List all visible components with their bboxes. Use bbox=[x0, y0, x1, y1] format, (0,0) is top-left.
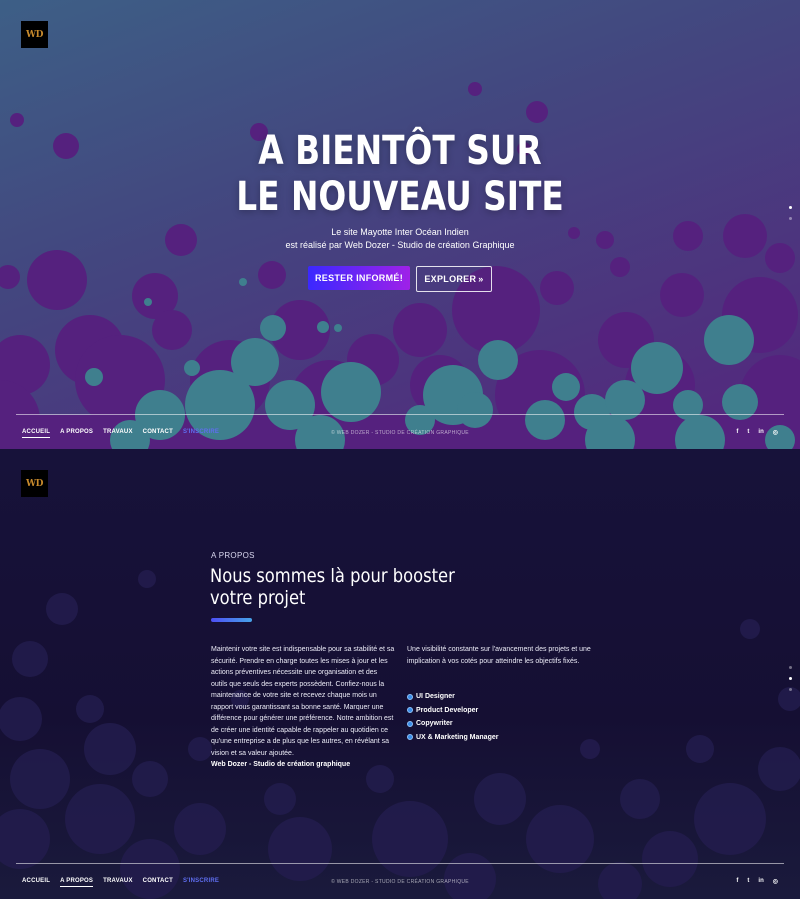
twitter-icon[interactable]: t bbox=[747, 429, 749, 436]
about-description: Maintenir votre site est indispensable p… bbox=[211, 646, 395, 757]
about-section: WD A PROPOS Nous sommes là pour booster … bbox=[0, 449, 800, 899]
footer-divider bbox=[16, 414, 784, 415]
footer-divider bbox=[16, 863, 784, 864]
pagination-dot[interactable] bbox=[789, 206, 792, 209]
facebook-icon[interactable]: f bbox=[736, 878, 738, 885]
skill-item: UX & Marketing Manager bbox=[407, 731, 498, 745]
stay-informed-button[interactable]: RESTER INFORMÉ! bbox=[308, 266, 410, 290]
hero-title-line-2: LE NOUVEAU SITE bbox=[236, 174, 564, 220]
skill-item: Product Developer bbox=[407, 704, 498, 718]
about-title-line-1: Nous sommes là pour booster bbox=[210, 565, 455, 587]
site-logo[interactable]: WD bbox=[21, 470, 48, 497]
hero-subtitle-line-2: est réalisé par Web Dozer - Studio de cr… bbox=[285, 240, 515, 250]
site-logo[interactable]: WD bbox=[21, 21, 48, 48]
pagination-dot[interactable] bbox=[789, 217, 792, 220]
twitter-icon[interactable]: t bbox=[747, 878, 749, 885]
hero-subtitle-line-1: Le site Mayotte Inter Océan Indien bbox=[331, 227, 469, 237]
social-links: f t in ◎ bbox=[736, 878, 778, 885]
linkedin-icon[interactable]: in bbox=[758, 429, 763, 436]
about-visibility-text: Une visibilité constante sur l'avancemen… bbox=[407, 646, 591, 665]
bullet-circle-icon bbox=[407, 720, 413, 727]
pagination-dot[interactable] bbox=[789, 666, 792, 669]
linkedin-icon[interactable]: in bbox=[758, 878, 763, 885]
copyright-text: © WEB DOZER - STUDIO DE CRÉATION GRAPHIQ… bbox=[331, 430, 469, 436]
explore-button-label: EXPLORER bbox=[424, 274, 477, 284]
about-title-line-2: votre projet bbox=[210, 587, 306, 609]
skill-item: UI Designer bbox=[407, 690, 498, 704]
hero-title-line-1: A BIENTÔT SUR bbox=[258, 128, 542, 174]
hero-title: A BIENTÔT SUR LE NOUVEAU SITE bbox=[72, 128, 728, 220]
about-signature: Web Dozer - Studio de création graphique bbox=[211, 761, 351, 768]
instagram-icon[interactable]: ◎ bbox=[773, 429, 778, 436]
about-right-column: Une visibilité constante sur l'avancemen… bbox=[407, 644, 592, 667]
facebook-icon[interactable]: f bbox=[736, 429, 738, 436]
hero-bubbles-background bbox=[0, 82, 800, 449]
hero-subtitle: Le site Mayotte Inter Océan Indien est r… bbox=[0, 226, 800, 252]
pagination-dot[interactable] bbox=[789, 688, 792, 691]
social-links: f t in ◎ bbox=[736, 429, 778, 436]
bullet-circle-icon bbox=[407, 734, 413, 741]
pagination-dot[interactable] bbox=[789, 677, 792, 680]
about-left-column: Maintenir votre site est indispensable p… bbox=[211, 644, 395, 771]
about-title: Nous sommes là pour booster votre projet bbox=[210, 565, 468, 609]
hero-section: WD A BIENTÔT SUR LE NOUVEAU SITE Le site… bbox=[0, 0, 800, 449]
instagram-icon[interactable]: ◎ bbox=[773, 878, 778, 885]
bullet-circle-icon bbox=[407, 707, 413, 714]
title-accent-bar bbox=[211, 618, 252, 622]
explore-button[interactable]: EXPLORER» bbox=[416, 266, 492, 292]
skills-list: UI Designer Product Developer Copywriter… bbox=[407, 690, 498, 744]
section-pagination bbox=[789, 666, 793, 699]
section-kicker: A PROPOS bbox=[211, 551, 255, 560]
chevrons-down-icon: » bbox=[478, 274, 484, 284]
bullet-circle-icon bbox=[407, 693, 413, 700]
about-bubbles-background bbox=[0, 570, 800, 899]
skill-item: Copywriter bbox=[407, 717, 498, 731]
copyright-text: © WEB DOZER - STUDIO DE CRÉATION GRAPHIQ… bbox=[331, 879, 469, 885]
section-pagination bbox=[789, 206, 793, 228]
